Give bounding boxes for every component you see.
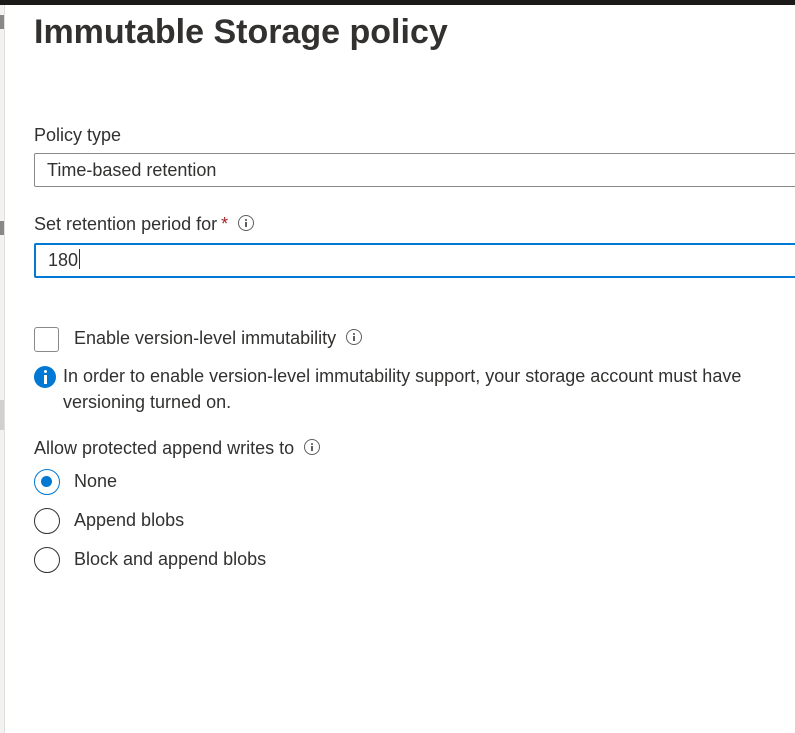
text-caret <box>79 249 81 270</box>
info-filled-icon <box>34 366 56 388</box>
panel-title: Immutable Storage policy <box>34 13 448 51</box>
edge-fragment <box>0 15 4 29</box>
versioning-info-message: In order to enable version-level immutab… <box>63 366 742 412</box>
edge-fragment <box>0 221 4 235</box>
retention-period-label: Set retention period for * <box>34 214 255 235</box>
policy-type-dropdown[interactable]: Time-based retention <box>34 153 795 187</box>
info-icon[interactable] <box>346 329 363 346</box>
version-immutability-label: Enable version-level immutability <box>74 328 363 349</box>
edge-fragment <box>0 400 4 430</box>
policy-type-label: Policy type <box>34 125 122 145</box>
info-icon[interactable] <box>238 215 255 232</box>
radio-append-blobs[interactable] <box>34 508 60 534</box>
radio-none[interactable] <box>34 469 60 495</box>
retention-period-label-text: Set retention period for <box>34 214 218 234</box>
retention-period-input[interactable]: 180 <box>34 243 795 278</box>
append-writes-label-text: Allow protected append writes to <box>34 438 295 458</box>
append-writes-label: Allow protected append writes to <box>34 438 321 459</box>
radio-append-blobs-label[interactable]: Append blobs <box>74 510 184 531</box>
radio-block-and-append-blobs[interactable] <box>34 547 60 573</box>
radio-none-label[interactable]: None <box>74 471 117 492</box>
info-icon[interactable] <box>304 439 321 456</box>
version-immutability-label-text: Enable version-level immutability <box>74 328 337 348</box>
version-immutability-checkbox[interactable] <box>34 327 59 352</box>
immutable-storage-policy-panel: Immutable Storage policy Policy type Tim… <box>5 5 795 733</box>
retention-period-value: 180 <box>48 250 79 270</box>
radio-block-and-append-blobs-label[interactable]: Block and append blobs <box>74 549 266 570</box>
required-asterisk: * <box>221 214 229 234</box>
policy-type-selected-value: Time-based retention <box>47 160 217 180</box>
